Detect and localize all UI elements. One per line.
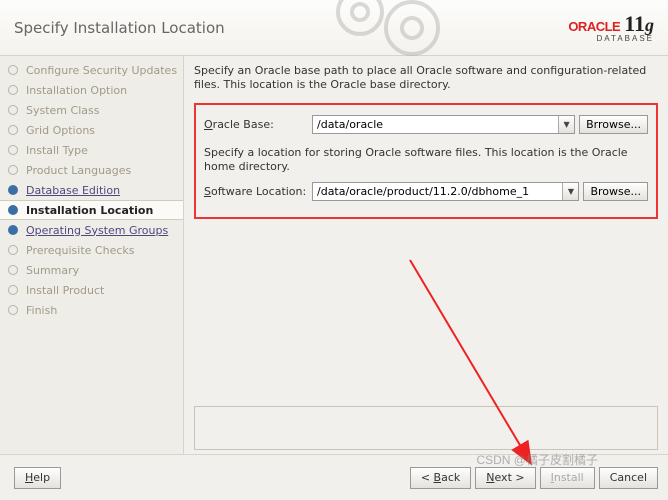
wizard-steps-sidebar: Configure Security Updates Installation … (0, 56, 184, 454)
install-button: Install (540, 467, 595, 489)
cancel-button[interactable]: Cancel (599, 467, 658, 489)
step-security-updates[interactable]: Configure Security Updates (0, 60, 183, 80)
oracle-logo: ORACLE11g DATABASE (568, 13, 654, 43)
software-location-input[interactable] (313, 183, 562, 200)
step-install-product[interactable]: Install Product (0, 280, 183, 300)
step-product-languages[interactable]: Product Languages (0, 160, 183, 180)
desc-software-location: Specify a location for storing Oracle so… (204, 146, 648, 175)
step-grid-options[interactable]: Grid Options (0, 120, 183, 140)
dropdown-arrow-icon[interactable]: ▼ (562, 183, 578, 200)
step-installation-option[interactable]: Installation Option (0, 80, 183, 100)
header: Specify Installation Location ORACLE11g … (0, 0, 668, 56)
step-os-groups[interactable]: Operating System Groups (0, 220, 183, 240)
highlighted-inputs-box: Oracle Base: ▼ Brrowse... Specify a loca… (194, 103, 658, 220)
step-installation-location[interactable]: Installation Location (0, 200, 183, 220)
back-button[interactable]: < Back (410, 467, 471, 489)
step-install-type[interactable]: Install Type (0, 140, 183, 160)
step-prerequisite-checks[interactable]: Prerequisite Checks (0, 240, 183, 260)
header-gears-deco (320, 0, 470, 64)
oracle-base-combo[interactable]: ▼ (312, 115, 575, 134)
next-button[interactable]: Next > (475, 467, 535, 489)
desc-oracle-base: Specify an Oracle base path to place all… (194, 64, 658, 93)
page-title: Specify Installation Location (14, 19, 225, 37)
step-summary[interactable]: Summary (0, 260, 183, 280)
software-location-browse-button[interactable]: Browse... (583, 182, 648, 201)
message-area (194, 406, 658, 450)
oracle-base-input[interactable] (313, 116, 558, 133)
software-location-combo[interactable]: ▼ (312, 182, 579, 201)
help-button[interactable]: Help (14, 467, 61, 489)
content-pane: Specify an Oracle base path to place all… (184, 56, 668, 454)
oracle-base-browse-button[interactable]: Brrowse... (579, 115, 648, 134)
dropdown-arrow-icon[interactable]: ▼ (558, 116, 574, 133)
software-location-label: Software Location: (204, 185, 312, 198)
watermark: CSDN @橘子皮割橘子 (476, 451, 598, 468)
oracle-base-label: Oracle Base: (204, 118, 312, 131)
step-database-edition[interactable]: Database Edition (0, 180, 183, 200)
step-system-class[interactable]: System Class (0, 100, 183, 120)
step-finish[interactable]: Finish (0, 300, 183, 320)
